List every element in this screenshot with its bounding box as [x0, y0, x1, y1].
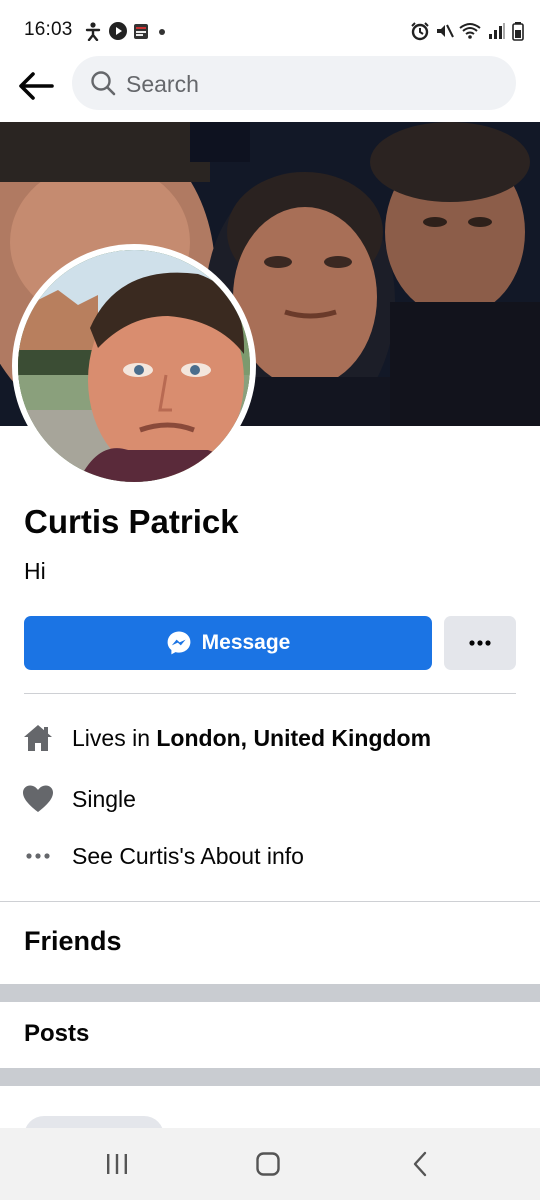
- home-nav-icon: [256, 1152, 280, 1176]
- message-button[interactable]: Message: [24, 616, 432, 670]
- divider: [0, 901, 540, 902]
- mute-icon: [434, 21, 454, 41]
- back-arrow-icon: [19, 72, 54, 100]
- system-nav-bar: [0, 1128, 540, 1200]
- about-info-link[interactable]: See Curtis's About info: [72, 843, 304, 870]
- recent-apps-button[interactable]: [97, 1146, 137, 1182]
- more-dots-icon: [469, 640, 491, 646]
- play-icon: [108, 21, 127, 41]
- location-text: Lives in London, United Kingdom: [72, 725, 431, 752]
- battery-icon: [512, 21, 524, 41]
- home-button[interactable]: [248, 1146, 288, 1182]
- info-row-location: Lives in London, United Kingdom: [0, 714, 540, 762]
- system-back-button[interactable]: [400, 1146, 440, 1182]
- signal-icon: [488, 21, 506, 41]
- status-right-icons: [410, 19, 524, 43]
- friends-heading[interactable]: Friends: [24, 926, 122, 957]
- back-button[interactable]: [14, 64, 58, 108]
- relationship-text: Single: [72, 785, 136, 812]
- location-prefix: Lives in: [72, 724, 157, 751]
- posts-heading: Posts: [24, 1020, 90, 1047]
- avatar: [18, 250, 250, 482]
- info-row-about[interactable]: See Curtis's About info: [0, 832, 540, 880]
- recent-apps-icon: [107, 1154, 127, 1174]
- dot-icon: [156, 21, 168, 41]
- section-separator: [0, 1068, 540, 1086]
- wifi-icon: [458, 21, 482, 41]
- search-icon: [91, 71, 116, 96]
- more-options-button[interactable]: [444, 616, 516, 670]
- news-app-icon: [132, 21, 150, 41]
- status-time: 16:03: [24, 19, 73, 40]
- home-icon: [22, 722, 54, 754]
- status-left-icons: [84, 19, 168, 43]
- profile-picture[interactable]: [12, 244, 256, 488]
- more-dots-icon: [22, 840, 54, 872]
- search-input[interactable]: [124, 63, 498, 105]
- alarm-icon: [410, 21, 429, 41]
- status-bar: 16:03: [0, 0, 540, 60]
- accessibility-icon: [84, 21, 102, 42]
- profile-page: 16:03 Search Curtis Patrick Hi Message L…: [0, 0, 540, 1200]
- chevron-left-icon: [413, 1151, 427, 1177]
- message-button-label: Message: [201, 631, 291, 654]
- heart-icon: [22, 783, 54, 815]
- location-value[interactable]: London, United Kingdom: [156, 725, 431, 751]
- top-bar: [0, 56, 540, 120]
- search-box[interactable]: [72, 56, 516, 110]
- profile-bio: Hi: [24, 558, 46, 584]
- profile-name: Curtis Patrick: [24, 503, 239, 540]
- divider: [24, 693, 516, 694]
- messenger-icon: [167, 631, 191, 655]
- info-row-relationship: Single: [0, 775, 540, 823]
- section-separator: [0, 984, 540, 1002]
